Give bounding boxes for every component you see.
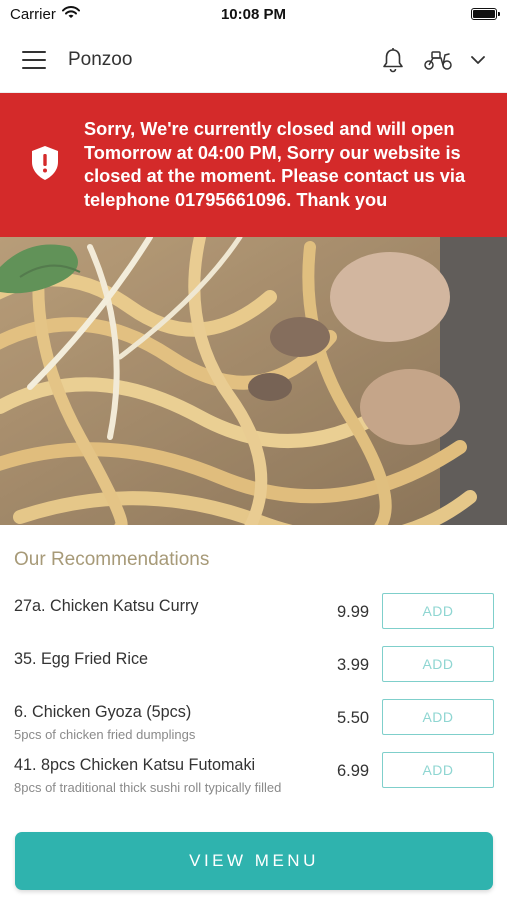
item-description: 8pcs of traditional thick sushi roll typ… [14, 780, 282, 795]
item-price: 5.50 [337, 709, 370, 727]
app-header: Ponzoo [0, 28, 507, 93]
add-button[interactable]: ADD [382, 646, 494, 682]
shield-alert-icon [30, 145, 60, 186]
list-item[interactable]: 27a. Chicken Katsu Curry 9.99 ADD [0, 593, 507, 650]
status-bar: Carrier 10:08 PM [0, 0, 507, 28]
item-name: 41. 8pcs Chicken Katsu Futomaki [14, 756, 256, 774]
add-button[interactable]: ADD [382, 699, 494, 735]
wifi-icon [61, 5, 80, 23]
closed-message: Sorry, We're currently closed and will o… [84, 119, 466, 210]
hero-food-image [0, 237, 507, 525]
section-title: Our Recommendations [14, 549, 210, 570]
add-button[interactable]: ADD [382, 752, 494, 788]
item-price: 6.99 [337, 762, 370, 780]
list-item[interactable]: 35. Egg Fried Rice 3.99 ADD [0, 646, 507, 703]
item-price: 3.99 [337, 656, 370, 674]
item-name: 35. Egg Fried Rice [14, 650, 149, 668]
bell-icon[interactable] [381, 47, 405, 73]
item-description: 5pcs of chicken fried dumplings [14, 727, 196, 742]
status-left: Carrier [10, 6, 80, 23]
closed-banner: Sorry, We're currently closed and will o… [0, 93, 507, 237]
recommendations-list: 27a. Chicken Katsu Curry 9.99 ADD 35. Eg… [0, 593, 507, 809]
carrier-label: Carrier [10, 5, 56, 23]
item-name: 27a. Chicken Katsu Curry [14, 597, 199, 615]
item-price: 9.99 [337, 603, 370, 621]
scooter-icon[interactable] [423, 49, 453, 71]
chevron-down-icon[interactable] [471, 55, 485, 65]
battery-icon [471, 8, 500, 20]
food-photo [0, 237, 507, 525]
app-title: Ponzoo [68, 49, 133, 70]
menu-icon[interactable] [22, 51, 46, 69]
recommendations-section: Our Recommendations 27a. Chicken Katsu C… [0, 525, 507, 809]
view-menu-button[interactable]: VIEW MENU [15, 832, 493, 890]
item-name: 6. Chicken Gyoza (5pcs) [14, 703, 192, 721]
list-item[interactable]: 6. Chicken Gyoza (5pcs) 5pcs of chicken … [0, 699, 507, 756]
add-button[interactable]: ADD [382, 593, 494, 629]
header-actions [381, 47, 485, 73]
